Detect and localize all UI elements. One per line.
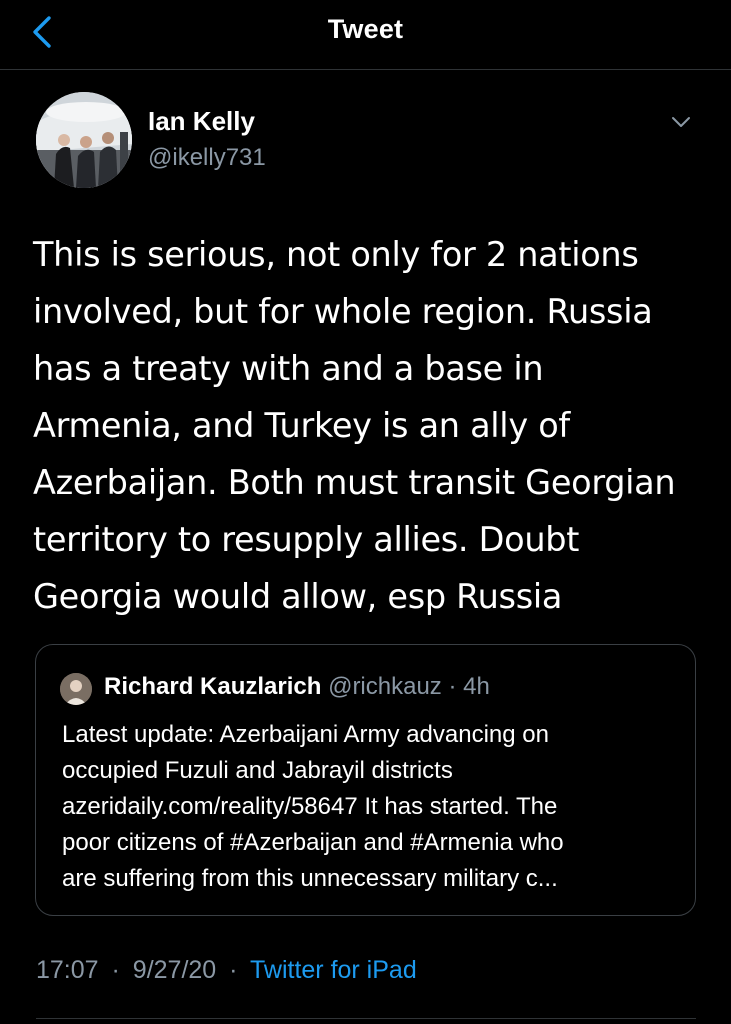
divider [36, 1018, 696, 1019]
quoted-text-line: are suffering from this unnecessary mili… [62, 865, 558, 892]
tweet-text-line: Azerbaijan. Both must transit Georgian [33, 463, 676, 502]
quoted-tweet-header: Richard Kauzlarich @richkauz · 4h [104, 673, 490, 701]
quoted-text-line: azeridaily.com/reality/58647 It has star… [62, 793, 558, 820]
meta-separator: · [111, 956, 120, 984]
tweet-text-line: involved, but for whole region. Russia [33, 292, 653, 331]
chevron-down-icon [672, 117, 690, 127]
tweet-author: Ian Kelly @ikelly731 [36, 92, 696, 188]
quoted-text-line: poor citizens of #Azerbaijan and #Armeni… [62, 829, 564, 856]
tweet-text: This is serious, not only for 2 nations … [33, 226, 703, 625]
meta-separator: · [229, 956, 238, 984]
tweet-text-line: territory to resupply allies. Doubt [33, 520, 580, 559]
quoted-meta-dot: · [448, 673, 457, 700]
tweet-text-line: Georgia would allow, esp Russia [33, 577, 563, 616]
tweet-source-link[interactable]: Twitter for iPad [250, 956, 417, 984]
author-handle[interactable]: @ikelly731 [148, 144, 266, 172]
tweet-time: 17:07 [36, 956, 99, 984]
quoted-avatar-photo [60, 673, 92, 705]
tweet-date: 9/27/20 [132, 956, 217, 984]
quoted-tweet-text: Latest update: Azerbaijani Army advancin… [62, 717, 682, 897]
tweet-text-line: has a treaty with and a base in [33, 349, 544, 388]
top-bar: Tweet [0, 0, 731, 70]
quoted-author-avatar [60, 673, 92, 705]
author-name[interactable]: Ian Kelly [148, 106, 255, 137]
more-options-button[interactable] [666, 110, 696, 134]
quoted-text-line: occupied Fuzuli and Jabrayil districts [62, 757, 453, 784]
quoted-author-name: Richard Kauzlarich [104, 673, 322, 700]
author-avatar[interactable] [36, 92, 132, 188]
quoted-tweet[interactable]: Richard Kauzlarich @richkauz · 4h Latest… [35, 644, 696, 916]
tweet-text-line: Armenia, and Turkey is an ally of [33, 406, 570, 445]
quoted-time: 4h [463, 673, 490, 700]
tweet-text-line: This is serious, not only for 2 nations [33, 235, 639, 274]
avatar-photo [36, 92, 132, 188]
quoted-author-handle: @richkauz [328, 673, 442, 700]
page-title: Tweet [327, 14, 404, 44]
quoted-text-line: Latest update: Azerbaijani Army advancin… [62, 721, 549, 748]
tweet-metadata: 17:07 · 9/27/20 · Twitter for iPad [36, 956, 417, 985]
